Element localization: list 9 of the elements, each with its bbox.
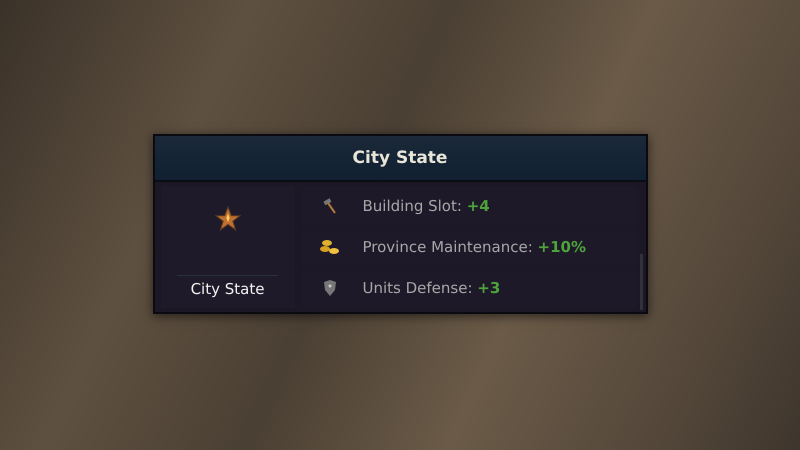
panel-title: City State [352,148,448,168]
type-label: City State [176,275,278,302]
shield-icon [322,280,336,296]
hammer-icon [322,198,338,214]
star-icon [214,206,240,232]
effect-text: Units Defense: +3 [362,278,500,297]
coins-icon [318,238,340,256]
effect-text: Province Maintenance: +10% [362,238,586,256]
effect-text: Building Slot: +4 [362,197,490,216]
